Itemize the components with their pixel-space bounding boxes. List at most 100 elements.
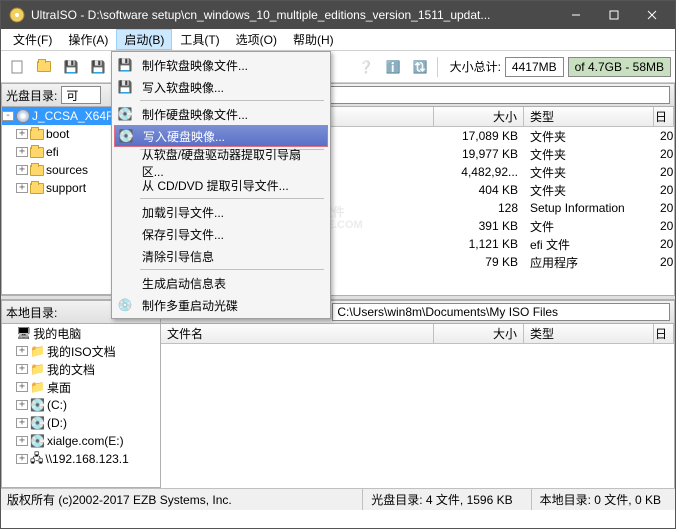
size-capacity-bar: of 4.7GB - 58MB [568,57,671,77]
menu-bootable[interactable]: 启动(B) [116,29,172,50]
cell-date: 20 [654,129,674,143]
menu-item-label: 写入软盘映像... [142,79,224,96]
tree-network[interactable]: +🖧\\192.168.123.1 [2,450,160,468]
top-split: -J_CCSA_X64FRE +boot +efi +sources +supp… [1,107,675,295]
status-disc-summary: 光盘目录: 4 文件, 1596 KB [362,489,520,510]
cell-type: efi 文件 [524,236,654,253]
floppy-write-icon: 💾 [116,78,134,96]
tree-c-drive[interactable]: +💽(C:) [2,396,160,414]
col-name[interactable]: 文件名 [161,324,434,343]
cell-size: 79 KB [434,255,524,269]
tree-d-drive[interactable]: +💽(D:) [2,414,160,432]
menu-make-hdd-image[interactable]: 💽 制作硬盘映像文件... [114,103,328,125]
col-size[interactable]: 大小 [434,324,524,343]
size-total-value: 4417MB [505,57,564,77]
folder-icon [37,61,51,72]
new-button[interactable] [5,55,29,79]
title-bar: UltraISO - D:\software setup\cn_windows_… [1,1,675,29]
menu-extract-boot-drive[interactable]: 从软盘/硬盘驱动器提取引导扇区... [114,152,328,174]
menu-item-label: 制作硬盘映像文件... [142,106,248,123]
col-type[interactable]: 类型 [524,324,654,343]
menu-bar: 文件(F) 操作(A) 启动(B) 工具(T) 选项(O) 帮助(H) 💾制作软… [1,29,675,51]
tree-iso-docs[interactable]: +📁我的ISO文档 [2,342,160,360]
about-button[interactable]: ℹ️ [381,55,405,79]
status-copyright: 版权所有 (c)2002-2017 EZB Systems, Inc. [7,491,352,508]
tree-desktop[interactable]: +📁桌面 [2,378,160,396]
tree-e-drive[interactable]: +💽xialge.com(E:) [2,432,160,450]
hdd-icon: 💽 [116,105,134,123]
disc-icon: 💿 [116,296,134,314]
cell-size: 4,482,92... [434,165,524,179]
disc-dir-label: 光盘目录: [6,87,57,104]
col-date[interactable]: 日 [654,324,674,343]
menu-help[interactable]: 帮助(H) [285,29,342,50]
menu-item-label: 制作多重启动光碟 [142,297,238,314]
cell-date: 20 [654,255,674,269]
open-button[interactable] [32,55,56,79]
maximize-button[interactable] [595,1,633,29]
cell-size: 19,977 KB [434,147,524,161]
cell-date: 20 [654,219,674,233]
menu-file[interactable]: 文件(F) [5,29,60,50]
cell-size: 404 KB [434,183,524,197]
save-as-button[interactable]: 💾 [86,55,110,79]
list-header: 文件名 大小 类型 日 [161,324,674,344]
cell-type: Setup Information [524,201,654,215]
menu-write-floppy-image[interactable]: 💾 写入软盘映像... [114,76,328,98]
main-toolbar: 💾 💾 ❔ ℹ️ 🔃 大小总计: 4417MB of 4.7GB - 58MB [1,51,675,83]
menu-item-label: 从 CD/DVD 提取引导文件... [142,177,289,194]
list-body[interactable] [161,344,674,488]
menu-item-label: 清除引导信息 [142,248,214,265]
col-type[interactable]: 类型 [524,107,654,126]
help-button[interactable]: ❔ [354,55,378,79]
close-button[interactable] [633,1,671,29]
folder-icon [30,129,44,140]
menu-load-boot-file[interactable]: 加载引导文件... [114,201,328,223]
window-title: UltraISO - D:\software setup\cn_windows_… [31,8,557,22]
menu-clear-boot-info[interactable]: 清除引导信息 [114,245,328,267]
bottom-split: 🖥我的电脑 +📁我的ISO文档 +📁我的文档 +📁桌面 +💽(C:) +💽(D:… [1,324,675,488]
minimize-button[interactable] [557,1,595,29]
folder-icon [30,147,44,158]
cell-type: 文件夹 [524,128,654,145]
col-date[interactable]: 日 [654,107,674,126]
size-total-label: 大小总计: [450,58,501,75]
local-tree[interactable]: 🖥我的电脑 +📁我的ISO文档 +📁我的文档 +📁桌面 +💽(C:) +💽(D:… [1,324,161,488]
menu-item-label: 制作软盘映像文件... [142,57,248,74]
cell-date: 20 [654,237,674,251]
cell-type: 应用程序 [524,254,654,271]
menu-make-floppy-image[interactable]: 💾制作软盘映像文件... [114,54,328,76]
disc-dir-combo[interactable]: 可 [61,86,101,104]
menu-item-label: 生成启动信息表 [142,275,226,292]
local-path-input[interactable] [332,303,670,321]
size-total-panel: 大小总计: 4417MB of 4.7GB - 58MB [450,57,671,77]
cell-date: 20 [654,147,674,161]
menu-save-boot-file[interactable]: 保存引导文件... [114,223,328,245]
menu-make-multi-boot[interactable]: 💿 制作多重启动光碟 [114,294,328,316]
menu-options[interactable]: 选项(O) [228,29,285,50]
save-button[interactable]: 💾 [59,55,83,79]
cell-date: 20 [654,201,674,215]
cell-size: 1,121 KB [434,237,524,251]
folder-icon [30,183,44,194]
exit-button[interactable]: 🔃 [408,55,432,79]
cell-size: 391 KB [434,219,524,233]
status-bar: 版权所有 (c)2002-2017 EZB Systems, Inc. 光盘目录… [1,488,675,510]
local-file-list: 文件名 大小 类型 日 [161,324,675,488]
bootable-dropdown: 💾制作软盘映像文件... 💾 写入软盘映像... 💽 制作硬盘映像文件... 💽写入… [111,51,331,319]
cell-date: 20 [654,165,674,179]
tree-computer[interactable]: 🖥我的电脑 [2,324,160,342]
menu-operation[interactable]: 操作(A) [60,29,116,50]
cell-size: 17,089 KB [434,129,524,143]
menu-write-hdd-image[interactable]: 💽写入硬盘映像... [114,125,328,147]
cell-type: 文件 [524,218,654,235]
cell-date: 20 [654,183,674,197]
cell-type: 文件夹 [524,146,654,163]
menu-gen-boot-info-table[interactable]: 生成启动信息表 [114,272,328,294]
menu-tools[interactable]: 工具(T) [172,29,227,50]
disc-icon [16,109,30,123]
cell-type: 文件夹 [524,164,654,181]
col-size[interactable]: 大小 [434,107,524,126]
tree-my-docs[interactable]: +📁我的文档 [2,360,160,378]
app-icon [9,7,25,23]
